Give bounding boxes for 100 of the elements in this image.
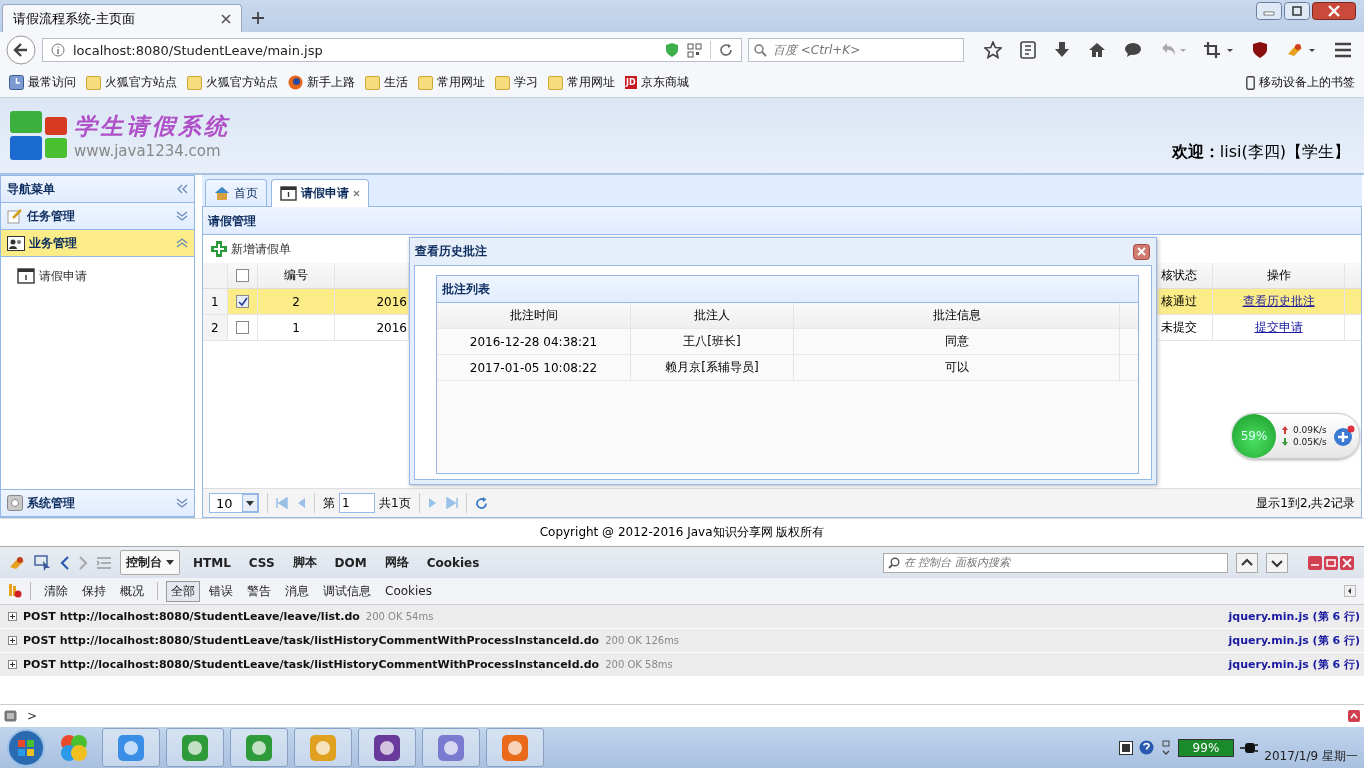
devtools-tab[interactable]: 脚本: [287, 551, 322, 574]
reading-list-icon[interactable]: [1020, 41, 1036, 59]
accordion-header[interactable]: 业务管理: [1, 230, 194, 257]
response-status: 200 OK 58ms: [605, 659, 673, 670]
source-link[interactable]: jquery.min.js (第 6 行): [1228, 633, 1360, 648]
download-icon[interactable]: [1054, 41, 1070, 59]
reload-icon[interactable]: [719, 43, 733, 57]
accordion-header[interactable]: 任务管理: [1, 203, 194, 230]
console-action[interactable]: 清除: [39, 580, 73, 602]
qr-code-icon[interactable]: [687, 42, 702, 58]
chat-icon[interactable]: [1124, 42, 1142, 58]
search-icon: [754, 44, 767, 57]
bookmark[interactable]: 生活: [360, 74, 413, 91]
tab[interactable]: 请假申请: [271, 179, 369, 207]
table-cell: 核通过: [1160, 289, 1213, 314]
tab[interactable]: 首页: [205, 179, 267, 206]
action-link[interactable]: 提交申请: [1254, 319, 1303, 336]
clock-date[interactable]: 2017/1/9 星期一: [1264, 748, 1358, 765]
home-icon[interactable]: [1088, 42, 1106, 58]
source-link[interactable]: jquery.min.js (第 6 行): [1228, 657, 1360, 672]
calendar-icon: [17, 268, 35, 284]
page-input[interactable]: 1: [339, 493, 375, 513]
back-icon[interactable]: [6, 35, 36, 65]
collapse-icon[interactable]: [176, 184, 188, 194]
tray-icon[interactable]: [1118, 740, 1133, 755]
filter-button[interactable]: 错误: [204, 580, 238, 602]
crop-icon[interactable]: [1204, 42, 1234, 58]
console-action[interactable]: 保持: [77, 580, 111, 602]
new-tab-icon[interactable]: [252, 12, 264, 24]
shield-icon[interactable]: [1252, 41, 1268, 59]
search-field[interactable]: 百度 <Ctrl+K>: [748, 38, 964, 62]
plug-icon[interactable]: [1240, 741, 1259, 754]
maximize-icon[interactable]: [1284, 2, 1310, 20]
console-action[interactable]: 概况: [115, 580, 149, 602]
bug-icon[interactable]: [8, 555, 26, 570]
taskbar-app[interactable]: [230, 728, 288, 767]
checkbox[interactable]: [236, 295, 249, 308]
devtools-tab[interactable]: HTML: [188, 552, 236, 573]
taskbar-app[interactable]: [102, 728, 160, 767]
accordion-header[interactable]: 系统管理: [1, 490, 194, 517]
filter-button[interactable]: 调试信息: [318, 580, 376, 602]
window-buttons-icon[interactable]: [1308, 555, 1356, 570]
page-size-select[interactable]: 10: [209, 493, 259, 513]
request-text[interactable]: POST http://localhost:8080/StudentLeave/task/listHistoryCommentWithProcessInstanceId.do: [23, 634, 600, 647]
sidebar-item[interactable]: 请假申请: [17, 265, 194, 287]
bookmark[interactable]: JD 京东商城: [620, 74, 694, 91]
expand-icon[interactable]: [8, 636, 17, 645]
menu-icon[interactable]: [1334, 42, 1352, 58]
start-button-icon[interactable]: [6, 727, 46, 768]
chevron-down-icon[interactable]: [1266, 552, 1288, 573]
help-icon[interactable]: [1138, 740, 1154, 755]
bookmark[interactable]: 学习: [490, 74, 543, 91]
devtools-tab[interactable]: 控制台: [120, 550, 180, 575]
request-text[interactable]: POST http://localhost:8080/StudentLeave/task/listHistoryCommentWithProcessInstanceId.do: [23, 658, 600, 671]
request-text[interactable]: POST http://localhost:8080/StudentLeave/leave/list.do: [23, 610, 360, 623]
console-icon[interactable]: [4, 710, 17, 722]
search-field[interactable]: 在 控制台 面板内搜索: [883, 552, 1228, 573]
bookmark[interactable]: 常用网址: [543, 74, 620, 91]
table-cell: 王八[班长]: [631, 329, 794, 354]
chevron-up-icon[interactable]: [1236, 552, 1258, 573]
extension-icon[interactable]: [1286, 42, 1316, 58]
add-button[interactable]: 新增请假单: [207, 238, 295, 260]
taskbar-app[interactable]: [358, 728, 416, 767]
filter-button[interactable]: 全部: [166, 580, 200, 602]
network-widget[interactable]: 59% 0.09K/s 0.05K/s: [1232, 413, 1360, 459]
devtools-tab[interactable]: Cookies: [421, 552, 485, 573]
minimize-icon[interactable]: [1256, 2, 1282, 20]
bookmark[interactable]: 最常访问: [4, 74, 81, 91]
taskbar-app[interactable]: [166, 728, 224, 767]
bookmark[interactable]: 火狐官方站点: [81, 74, 182, 91]
action-link[interactable]: 查看历史批注: [1242, 293, 1315, 310]
column-header: 核状态: [1160, 263, 1213, 288]
bookmark[interactable]: 火狐官方站点: [182, 74, 283, 91]
address-field[interactable]: localhost:8080/StudentLeave/main.jsp: [42, 38, 742, 62]
source-link[interactable]: jquery.min.js (第 6 行): [1228, 609, 1360, 624]
devtools-tab[interactable]: DOM: [329, 552, 372, 573]
inspect-icon[interactable]: [34, 554, 52, 571]
table-cell: 2017-01-05 10:08:22: [437, 355, 631, 380]
checkbox[interactable]: [236, 321, 249, 334]
checkbox[interactable]: [236, 269, 249, 282]
back-icon[interactable]: [60, 555, 70, 570]
refresh-icon[interactable]: [474, 496, 488, 510]
mobile-bookmarks-button[interactable]: 移动设备上的书签: [1241, 74, 1360, 91]
devtools-tab[interactable]: 网络: [379, 551, 414, 574]
scroll-left-icon[interactable]: [1344, 585, 1356, 597]
star-icon[interactable]: [984, 41, 1002, 59]
browser-tab[interactable]: 请假流程系统-主页面: [2, 4, 242, 32]
bookmark[interactable]: 新手上路: [283, 74, 360, 91]
expand-icon[interactable]: [8, 612, 17, 621]
bookmark[interactable]: 常用网址: [413, 74, 490, 91]
clear-icon[interactable]: [8, 583, 22, 599]
devtools-tab[interactable]: CSS: [243, 552, 280, 573]
tray-icon[interactable]: [1159, 739, 1172, 756]
chevron-down-icon: [176, 498, 188, 508]
filter-button[interactable]: 消息: [280, 580, 314, 602]
taskbar-app[interactable]: [422, 728, 480, 767]
expand-icon[interactable]: [8, 660, 17, 669]
battery-indicator[interactable]: 99%: [1177, 738, 1235, 757]
filter-button[interactable]: Cookies: [380, 582, 437, 600]
filter-button[interactable]: 警告: [242, 580, 276, 602]
